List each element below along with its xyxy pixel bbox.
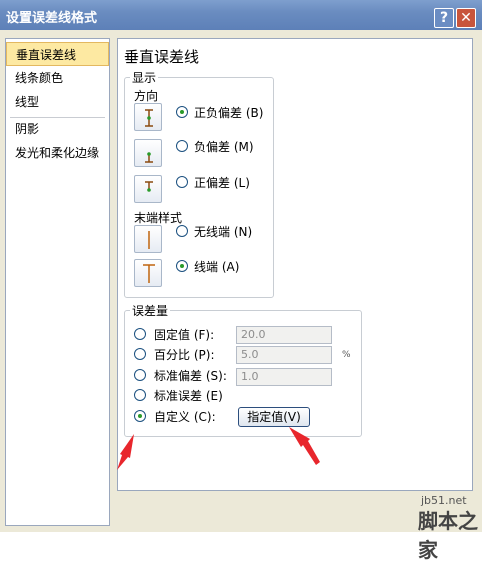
annotation-arrow-right [289,427,320,465]
annotation-arrow-left [117,434,134,470]
dialog-window: 设置误差线格式 ? ✕ 垂直误差线 线条颜色 线型 阴影 发光和柔化边缘 垂直误… [0,0,482,562]
annotation-arrows [117,427,320,470]
watermark-brand: 脚本之家 [418,509,478,562]
